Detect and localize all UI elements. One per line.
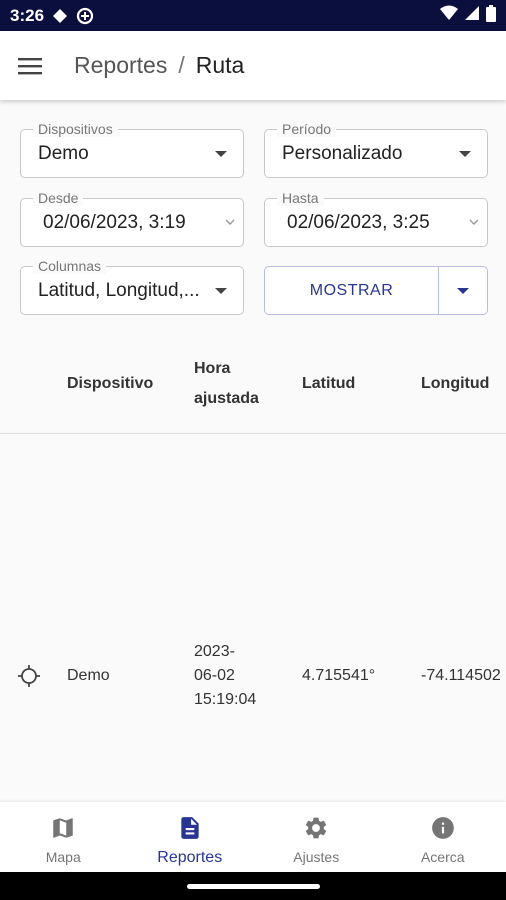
- cell-hora-line1: 2023-: [194, 643, 235, 660]
- bottom-navigation: Mapa Reportes Ajustes Acerca: [0, 802, 506, 872]
- gesture-bar: [0, 872, 506, 900]
- caret-down-icon: [215, 288, 227, 294]
- breadcrumb-separator: /: [178, 52, 185, 78]
- hasta-label: Hasta: [277, 190, 324, 206]
- columnas-select[interactable]: Columnas Latitud, Longitud,...: [20, 258, 244, 315]
- cell-longitud: -74.114502: [421, 667, 501, 684]
- mostrar-dropdown-button[interactable]: [439, 267, 487, 314]
- nav-item-mapa[interactable]: Mapa: [0, 802, 127, 872]
- nav-label-ajustes: Ajustes: [293, 849, 340, 865]
- nav-item-acerca[interactable]: Acerca: [380, 802, 506, 872]
- chevron-down-icon: [224, 215, 236, 233]
- page-title: Ruta: [195, 52, 245, 78]
- periodo-value: Personalizado: [282, 143, 403, 164]
- mostrar-button[interactable]: MOSTRAR: [265, 267, 439, 314]
- battery-icon: [486, 4, 496, 27]
- signal-icon: [464, 5, 480, 26]
- wifi-icon: [440, 5, 458, 26]
- vpn-icon: [76, 7, 94, 25]
- menu-icon[interactable]: [0, 31, 60, 100]
- desde-label: Desde: [33, 190, 84, 206]
- status-bar: 3:26: [0, 0, 506, 31]
- column-header-latitud[interactable]: Latitud: [302, 369, 355, 399]
- dispositivos-value: Demo: [38, 143, 89, 164]
- locate-icon[interactable]: [17, 664, 41, 693]
- caret-down-icon: [215, 151, 227, 157]
- columnas-value: Latitud, Longitud,...: [38, 280, 200, 301]
- columnas-label: Columnas: [33, 258, 107, 274]
- periodo-label: Período: [277, 121, 337, 137]
- cell-hora-line2: 06-02: [194, 667, 235, 684]
- document-icon: [177, 815, 203, 846]
- home-gesture-handle[interactable]: [187, 884, 320, 889]
- mostrar-split-button: MOSTRAR: [264, 266, 488, 315]
- gear-icon: [303, 815, 329, 846]
- nav-label-acerca: Acerca: [420, 849, 465, 865]
- status-time: 3:26: [10, 5, 45, 25]
- drive-icon: [52, 8, 68, 24]
- caret-down-icon: [459, 151, 471, 157]
- cell-dispositivo: Demo: [67, 667, 110, 684]
- dispositivos-label: Dispositivos: [33, 121, 118, 137]
- periodo-select[interactable]: Período Personalizado: [264, 121, 488, 178]
- nav-label-reportes: Reportes: [157, 849, 223, 866]
- cell-latitud: 4.715541°: [302, 667, 376, 684]
- column-header-longitud[interactable]: Longitud: [421, 369, 489, 399]
- cell-hora-line3: 15:19:04: [194, 691, 257, 708]
- map-icon: [50, 815, 76, 846]
- hasta-field[interactable]: Hasta 02/06/2023, 3:25: [264, 190, 488, 247]
- chevron-down-icon: [468, 215, 480, 233]
- table-header-divider: [0, 433, 506, 434]
- breadcrumb-parent[interactable]: Reportes: [74, 52, 167, 79]
- nav-label-mapa: Mapa: [45, 849, 81, 865]
- info-icon: [430, 815, 456, 846]
- desde-value: 02/06/2023, 3:19: [43, 212, 186, 233]
- nav-item-ajustes[interactable]: Ajustes: [253, 802, 380, 872]
- column-header-hora-ajustada[interactable]: Hora ajustada: [194, 354, 274, 414]
- dispositivos-select[interactable]: Dispositivos Demo: [20, 121, 244, 178]
- caret-down-icon: [457, 287, 469, 294]
- hasta-value: 02/06/2023, 3:25: [287, 212, 430, 233]
- nav-item-reportes[interactable]: Reportes: [127, 802, 254, 872]
- app-bar: Reportes / Ruta: [0, 31, 506, 100]
- desde-field[interactable]: Desde 02/06/2023, 3:19: [20, 190, 244, 247]
- column-header-dispositivo[interactable]: Dispositivo: [67, 369, 153, 399]
